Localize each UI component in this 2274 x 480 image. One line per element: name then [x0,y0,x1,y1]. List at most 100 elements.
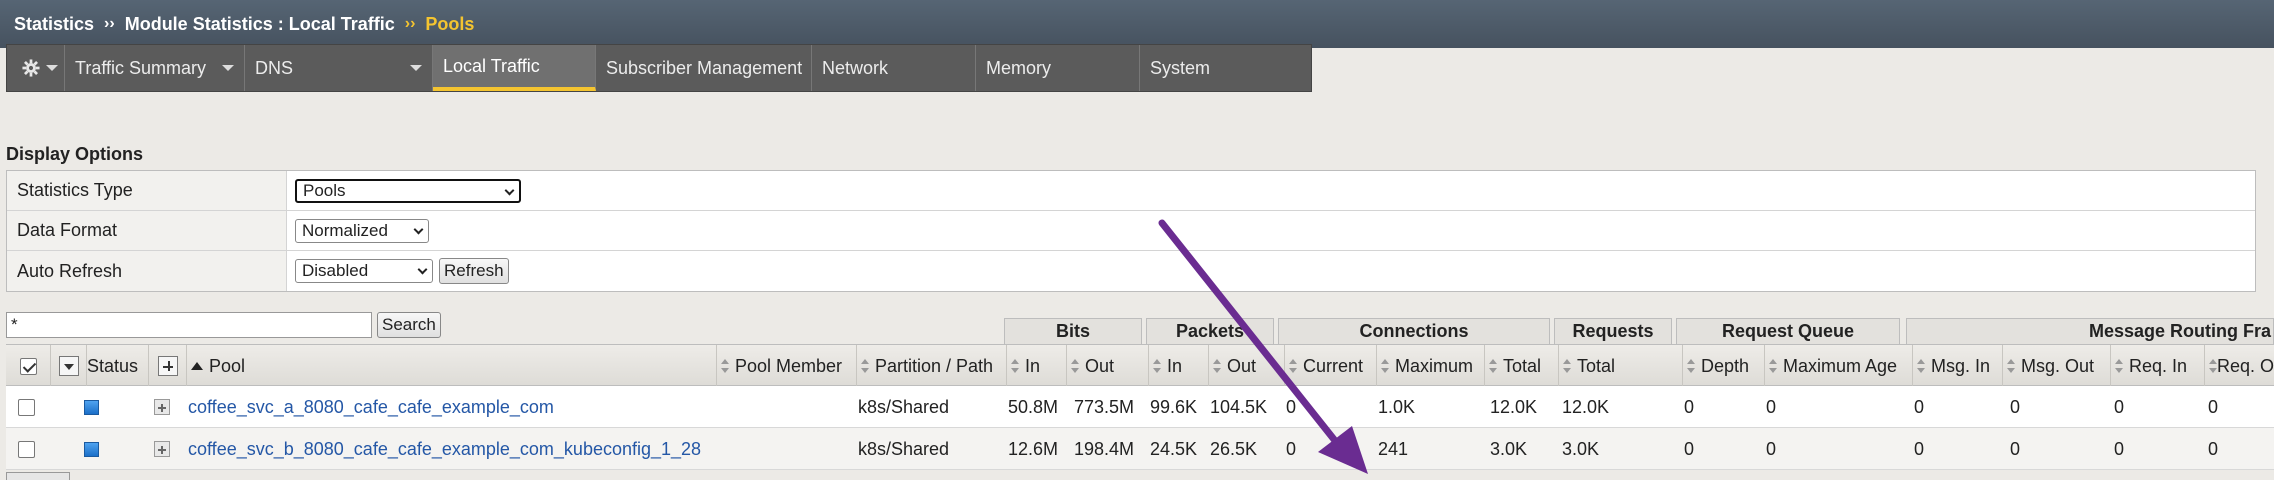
column-packets-in[interactable]: In [1148,345,1208,387]
tab-label: Memory [986,57,1052,78]
column-label: Out [1085,355,1115,376]
cell-conn-maximum: 241 [1378,438,1409,459]
sort-icon [1289,359,1297,373]
tab-label: Network [822,57,889,78]
module-tab-bar: Traffic Summary DNS Local Traffic Subscr… [6,44,1312,92]
cell-bits-in: 50.8M [1008,396,1059,417]
column-status[interactable]: Status [86,345,148,387]
breadcrumb-statistics[interactable]: Statistics [14,14,94,35]
search-input[interactable]: * [6,312,372,338]
cell-req-in: 0 [2114,396,2125,417]
cell-req-in: 0 [2114,438,2125,459]
cell-conn-total: 3.0K [1490,438,1528,459]
cell-requests-total: 12.0K [1562,396,1610,417]
column-connections-maximum[interactable]: Maximum [1376,345,1484,387]
column-queue-depth[interactable]: Depth [1682,345,1764,387]
chevron-down-icon [413,224,424,234]
cell-packets-out: 26.5K [1210,438,1258,459]
auto-refresh-select[interactable]: Disabled [295,259,433,283]
data-format-select[interactable]: Normalized [295,218,429,243]
column-label: Msg. Out [2021,355,2095,376]
chevron-down-icon [504,185,515,195]
cell-conn-current: 0 [1286,438,1297,459]
cell-queue-depth: 0 [1684,438,1695,459]
cell-req-out: 0 [2208,438,2219,459]
column-msg-out[interactable]: Msg. Out [2002,345,2110,387]
cell-bits-out: 773.5M [1074,396,1135,417]
pool-link[interactable]: coffee_svc_a_8080_cafe_cafe_example_com [188,386,554,428]
bulk-action-dropdown[interactable] [58,356,79,376]
option-label: Data Format [7,211,287,250]
group-header-message-routing: Message Routing Fra [1906,318,2274,344]
sort-icon [1563,359,1571,373]
breadcrumb: Statistics ›› Module Statistics : Local … [0,0,2274,48]
column-label: Status [87,355,139,376]
column-label: Out [1227,355,1257,376]
column-req-in[interactable]: Req. In [2110,345,2204,387]
tab-local-traffic[interactable]: Local Traffic [433,45,596,91]
sort-icon [1213,359,1221,373]
refresh-button[interactable]: Refresh [439,258,509,284]
column-pool[interactable]: Pool [186,345,716,387]
cell-msg-in: 0 [1914,438,1925,459]
sort-ascending-icon [191,362,203,370]
sort-icon [1381,359,1389,373]
select-all-checkbox[interactable] [19,357,37,375]
column-label: Depth [1701,355,1750,376]
column-label: Partition / Path [875,355,994,376]
column-label: Total [1577,355,1616,376]
group-header-requests: Requests [1554,318,1672,344]
tab-memory[interactable]: Memory [976,45,1140,91]
search-button[interactable]: Search [377,312,441,338]
tab-network[interactable]: Network [812,45,976,91]
tab-label: Subscriber Management [606,57,803,78]
select-all-cell [6,345,50,387]
column-bits-in[interactable]: In [1006,345,1066,387]
column-pool-member[interactable]: Pool Member [716,345,856,387]
group-header-bits: Bits [1004,318,1142,344]
column-connections-total[interactable]: Total [1484,345,1558,387]
breadcrumb-module-statistics[interactable]: Module Statistics : Local Traffic [125,14,395,35]
tab-system[interactable]: System [1140,45,1300,91]
chevron-down-icon [410,65,422,71]
option-label: Statistics Type [7,171,287,210]
group-header-request-queue: Request Queue [1676,318,1900,344]
column-requests-total[interactable]: Total [1558,345,1682,387]
sort-icon [2115,359,2123,373]
column-req-out[interactable]: Req. O [2204,345,2274,387]
column-label: Pool Member [735,355,843,376]
settings-menu-tab[interactable] [7,45,65,91]
sort-icon [1489,359,1497,373]
column-bits-out[interactable]: Out [1066,345,1148,387]
table-row: coffee_svc_b_8080_cafe_cafe_example_com_… [6,428,2274,470]
breadcrumb-separator: ›› [104,15,115,32]
pool-link[interactable]: coffee_svc_b_8080_cafe_cafe_example_com_… [188,428,701,470]
expand-row-icon[interactable] [154,399,170,415]
tab-dns[interactable]: DNS [245,45,433,91]
expand-all-icon[interactable] [157,356,178,376]
column-queue-max-age[interactable]: Maximum Age [1764,345,1912,387]
tab-traffic-summary[interactable]: Traffic Summary [65,45,245,91]
tab-label: Traffic Summary [75,57,207,78]
select-value: Normalized [302,220,388,240]
column-packets-out[interactable]: Out [1208,345,1284,387]
statistics-type-select[interactable]: Pools [295,178,521,203]
cell-conn-current: 0 [1286,396,1297,417]
cell-bits-in: 12.6M [1008,438,1059,459]
tab-label: Local Traffic [443,55,540,76]
column-label: Current [1303,355,1364,376]
tab-subscriber-management[interactable]: Subscriber Management [596,45,812,91]
breadcrumb-separator: ›› [404,15,416,32]
column-label: Pool [209,355,246,376]
column-connections-current[interactable]: Current [1284,345,1376,387]
expand-row-icon[interactable] [154,441,170,457]
display-options-title: Display Options [6,144,144,164]
bottom-button-partial[interactable] [6,472,70,480]
sort-icon [1917,359,1925,373]
status-available-icon [84,399,99,415]
row-checkbox[interactable] [18,398,35,416]
row-checkbox[interactable] [18,440,35,458]
column-msg-in[interactable]: Msg. In [1912,345,2002,387]
sort-icon [1011,359,1019,373]
column-partition-path[interactable]: Partition / Path [856,345,1006,387]
